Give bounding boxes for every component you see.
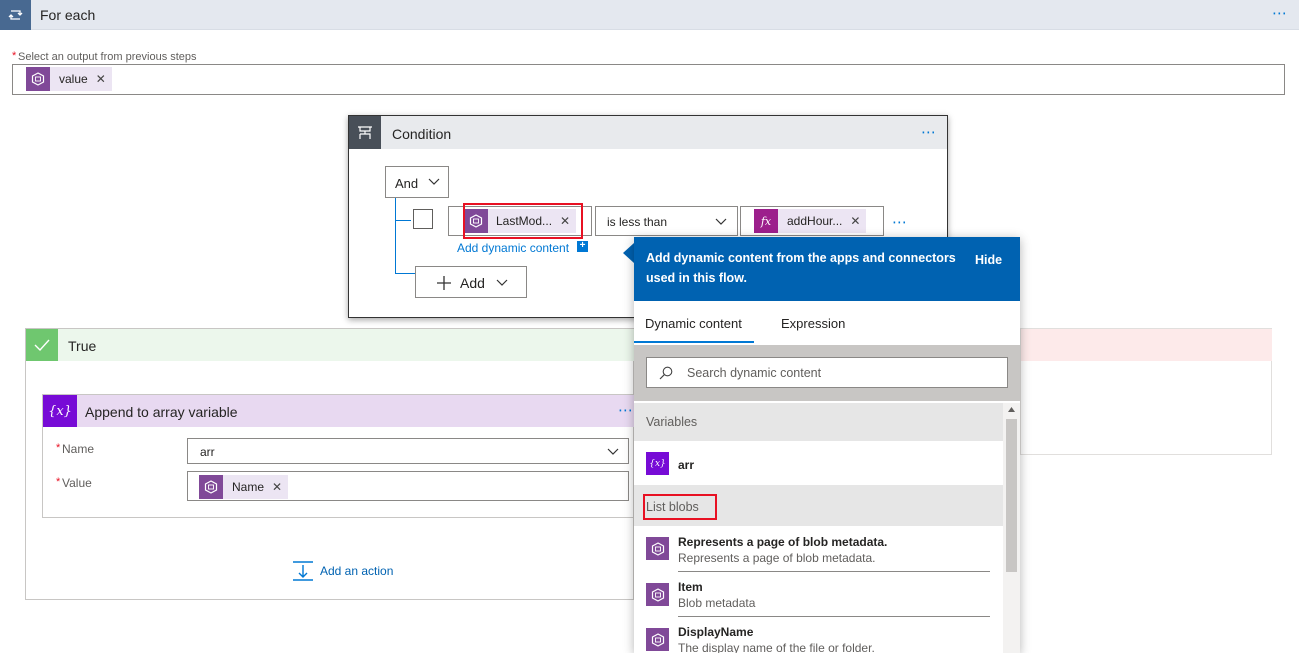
- remove-token-icon[interactable]: ✕: [850, 214, 860, 228]
- append-variable-card: {x} Append to array variable ⋯ * Name ar…: [42, 394, 634, 518]
- plus-icon: [437, 276, 451, 290]
- add-button[interactable]: Add: [415, 266, 527, 298]
- item-title: Item: [678, 580, 703, 594]
- search-placeholder: Search dynamic content: [687, 366, 822, 380]
- tab-expression[interactable]: Expression: [781, 316, 845, 331]
- item-description: Represents a page of blob metadata.: [678, 551, 876, 565]
- hide-button[interactable]: Hide: [975, 253, 1002, 267]
- item-divider: [678, 616, 990, 617]
- variable-item-label: arr: [678, 458, 695, 472]
- list-item[interactable]: Represents a page of blob metadata. Repr…: [634, 529, 1003, 572]
- right-operand-field[interactable]: fx addHour... ✕: [740, 206, 884, 236]
- variable-item-arr[interactable]: {x} arr: [634, 441, 1003, 485]
- active-tab-indicator: [634, 341, 754, 343]
- foreach-header[interactable]: For each ⋯: [0, 0, 1299, 30]
- value-token-label: value: [59, 72, 88, 86]
- condition-icon: [349, 116, 381, 149]
- add-dynamic-plus-icon[interactable]: +: [577, 241, 588, 252]
- tree-line: [395, 273, 415, 274]
- required-mark: *: [56, 442, 61, 454]
- tree-line: [395, 198, 396, 274]
- dynamic-content-panel: Add dynamic content from the apps and co…: [634, 237, 1020, 653]
- blob-storage-icon: [646, 583, 669, 606]
- blob-storage-icon: [199, 475, 223, 499]
- add-action-button[interactable]: Add an action: [292, 560, 393, 582]
- variable-icon: {x}: [43, 395, 77, 427]
- list-item[interactable]: DisplayName The display name of the file…: [634, 619, 1003, 653]
- required-mark: *: [56, 476, 61, 488]
- append-variable-title: Append to array variable: [85, 404, 238, 420]
- blob-storage-icon: [646, 537, 669, 560]
- variables-section-header: Variables: [634, 403, 1003, 441]
- search-icon: [659, 366, 673, 380]
- append-more-icon[interactable]: ⋯: [618, 403, 634, 418]
- operator-label: is less than: [607, 215, 668, 229]
- item-description: The display name of the file or folder.: [678, 641, 875, 653]
- scrollbar-thumb[interactable]: [1006, 419, 1017, 572]
- banner-text-line2: used in this flow.: [646, 271, 747, 285]
- add-action-label: Add an action: [320, 564, 394, 578]
- false-branch-panel: [1020, 328, 1272, 455]
- add-action-icon: [293, 561, 313, 581]
- name-token[interactable]: Name ✕: [199, 475, 289, 499]
- operator-dropdown[interactable]: is less than: [595, 206, 738, 236]
- chevron-down-icon: [428, 178, 440, 185]
- tab-dynamic-content[interactable]: Dynamic content: [645, 316, 742, 331]
- required-mark: *: [12, 50, 17, 62]
- variables-section-title: Variables: [646, 415, 698, 429]
- addhours-token-label: addHour...: [787, 214, 843, 228]
- chevron-down-icon: [607, 448, 619, 455]
- row-checkbox[interactable]: [413, 209, 433, 229]
- expression-icon: fx: [754, 209, 778, 233]
- remove-token-icon[interactable]: ✕: [272, 480, 282, 494]
- item-divider: [678, 571, 990, 572]
- scroll-up-icon[interactable]: [1008, 407, 1015, 412]
- name-token-label: Name: [232, 480, 265, 494]
- add-dynamic-content-link[interactable]: Add dynamic content: [457, 241, 569, 255]
- group-operator-label: And: [395, 176, 419, 191]
- search-input[interactable]: Search dynamic content: [646, 357, 1008, 388]
- scrollbar[interactable]: [1003, 403, 1020, 653]
- foreach-title: For each: [40, 7, 96, 23]
- name-value: arr: [200, 445, 215, 459]
- value-label: Value: [62, 476, 92, 490]
- condition-title: Condition: [392, 126, 452, 142]
- row-more-icon[interactable]: ⋯: [892, 215, 908, 230]
- loop-icon: [0, 0, 31, 30]
- dynamic-content-banner: Add dynamic content from the apps and co…: [634, 237, 1020, 301]
- foreach-field-label: Select an output from previous steps: [18, 51, 197, 63]
- name-label: Name: [62, 442, 95, 456]
- chevron-down-icon: [715, 218, 727, 225]
- value-token[interactable]: value ✕: [26, 67, 112, 91]
- list-item[interactable]: Item Blob metadata: [634, 574, 1003, 617]
- add-button-label: Add: [460, 275, 485, 291]
- true-branch-title: True: [68, 338, 97, 354]
- foreach-more-icon[interactable]: ⋯: [1272, 6, 1288, 21]
- item-description: Blob metadata: [678, 596, 756, 610]
- blob-storage-icon: [26, 67, 50, 91]
- checkmark-icon: [26, 329, 58, 361]
- item-title: DisplayName: [678, 625, 754, 639]
- blob-storage-icon: [646, 628, 669, 651]
- search-area: Search dynamic content: [634, 345, 1020, 401]
- banner-text-line1: Add dynamic content from the apps and co…: [646, 251, 956, 265]
- chevron-down-icon: [496, 279, 508, 286]
- value-field[interactable]: Name ✕: [187, 471, 629, 501]
- foreach-output-field[interactable]: value ✕: [12, 64, 1285, 95]
- addhours-token[interactable]: fx addHour... ✕: [754, 209, 867, 233]
- group-operator-dropdown[interactable]: And: [385, 166, 449, 198]
- true-branch-header[interactable]: True: [26, 329, 634, 361]
- highlight-box: [463, 203, 583, 239]
- variable-icon: {x}: [646, 452, 669, 475]
- condition-header[interactable]: Condition ⋯: [349, 116, 947, 149]
- popup-pointer: [623, 243, 634, 263]
- append-variable-header[interactable]: {x} Append to array variable ⋯: [43, 395, 634, 427]
- item-title: Represents a page of blob metadata.: [678, 535, 888, 549]
- false-branch-header[interactable]: [1021, 329, 1272, 361]
- tree-line: [395, 220, 411, 221]
- remove-token-icon[interactable]: ✕: [96, 72, 106, 86]
- name-dropdown[interactable]: arr: [187, 438, 629, 464]
- condition-more-icon[interactable]: ⋯: [921, 125, 937, 140]
- highlight-box: [643, 494, 717, 520]
